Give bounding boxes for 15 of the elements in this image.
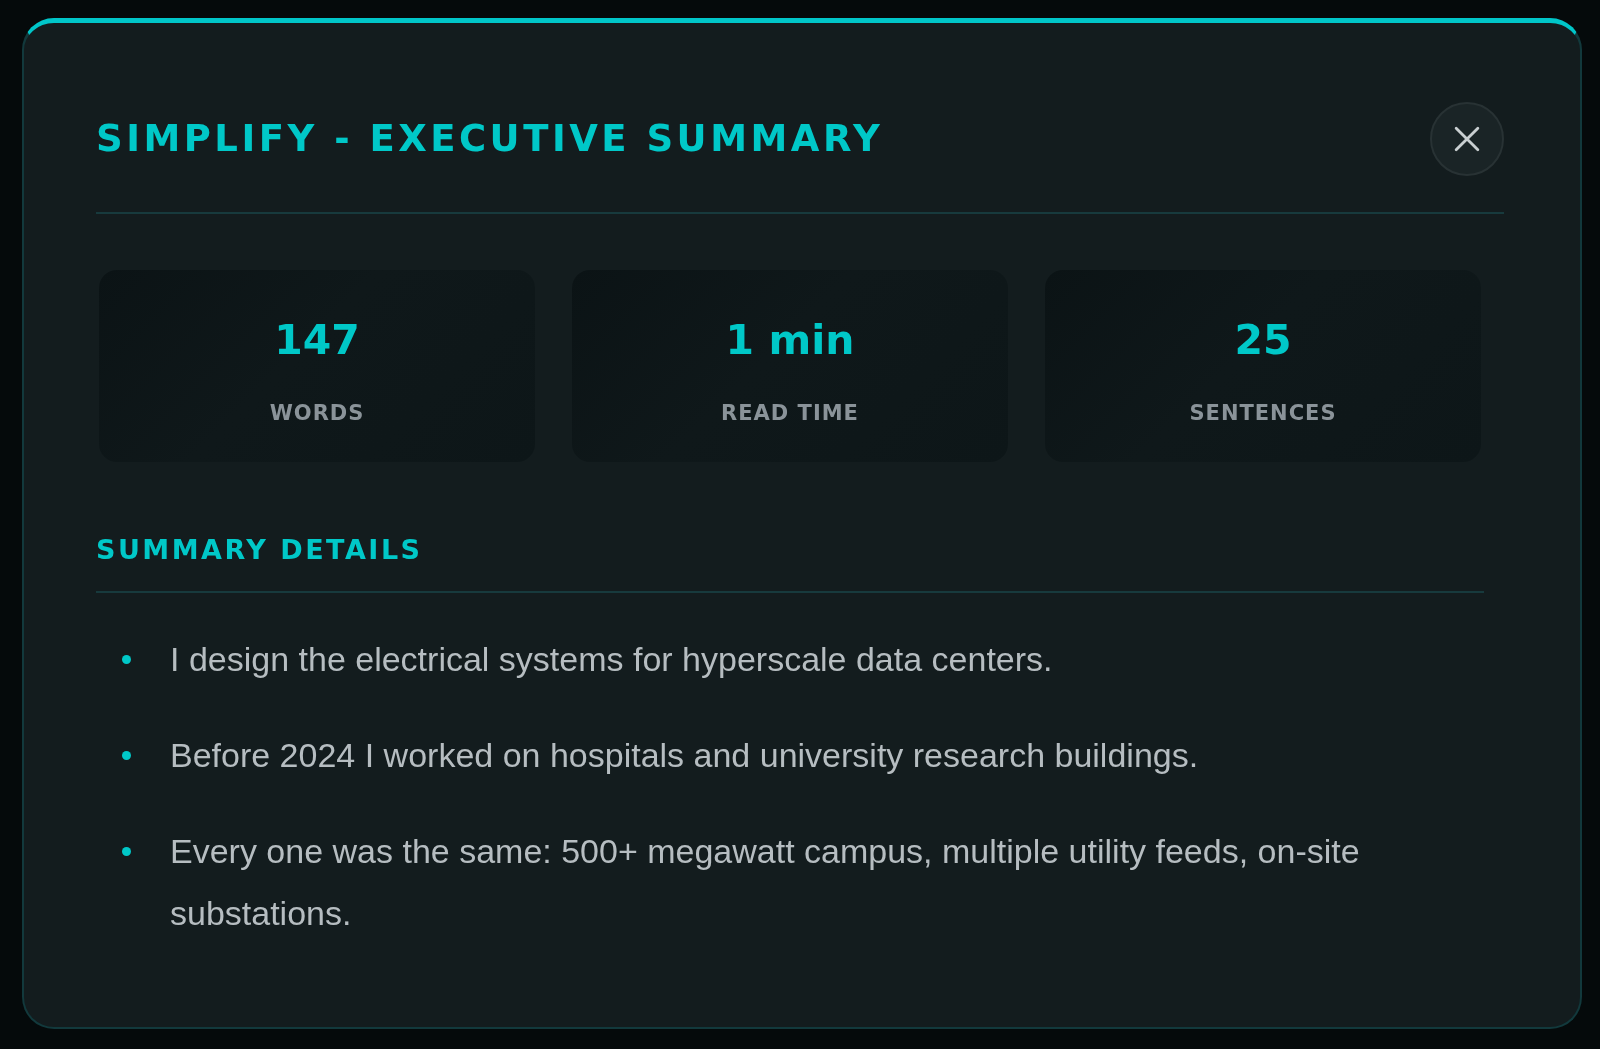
stat-label: WORDS [269,400,365,426]
stat-label: SENTENCES [1189,400,1337,426]
summary-point: I design the electrical systems for hyperscale data centers. [170,639,1053,680]
stat-label: READ TIME [721,400,859,426]
bullet-icon [122,655,131,664]
stat-value: 147 [274,315,360,366]
stat-value: 25 [1234,315,1292,366]
stat-value: 1 min [725,315,855,366]
close-icon [1454,126,1480,152]
bullet-icon [122,847,131,856]
section-heading: SUMMARY DETAILS [96,534,424,566]
summary-point: Every one was the same: 500+ megawatt campus, multiple utility feeds, on-site substations. [170,831,1361,934]
summary-point: Before 2024 I worked on hospitals and university research buildings. [170,735,1199,776]
dialog-title: SIMPLIFY - EXECUTIVE SUMMARY [96,117,884,161]
bullet-icon [122,751,131,760]
